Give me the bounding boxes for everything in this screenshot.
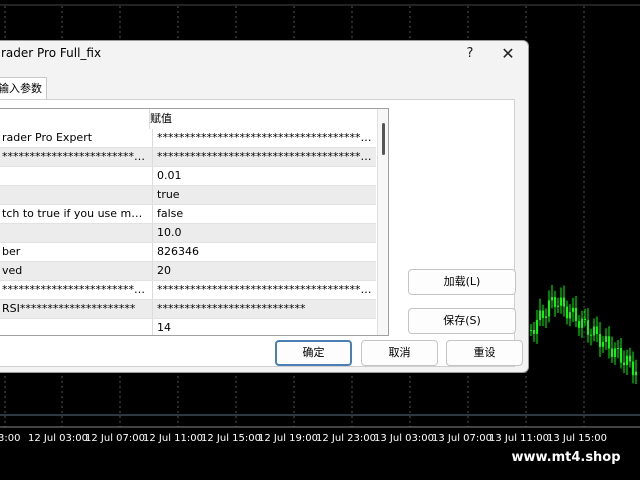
candle-body (569, 312, 571, 319)
table-row[interactable]: rader Pro Expert ***********************… (0, 129, 376, 148)
candle-body (578, 321, 580, 328)
table-row[interactable]: true (0, 186, 376, 205)
candle-body (566, 306, 568, 319)
candle-body (620, 348, 622, 363)
param-name: ber (2, 245, 21, 258)
table-row[interactable]: 10.0 (0, 224, 376, 243)
table-row[interactable]: tch to true if you use mor... false (0, 205, 376, 224)
candle-body (635, 371, 637, 376)
candle-body (560, 297, 562, 306)
param-name: ************************************... (2, 150, 148, 163)
candle-body (533, 330, 535, 334)
param-name: rader Pro Expert (2, 131, 93, 144)
param-name (2, 167, 148, 185)
candle-body (602, 341, 604, 347)
watermark: www.mt4.shop (496, 446, 636, 470)
param-value[interactable]: 20 (152, 262, 374, 280)
candle-body (632, 361, 634, 376)
reset-button[interactable]: 重设 (446, 340, 523, 366)
cancel-button[interactable]: 取消 (361, 340, 438, 366)
close-icon[interactable]: ✕ (497, 44, 519, 64)
table-row[interactable]: 0.01 (0, 167, 376, 186)
expert-properties-dialog: rader Pro Full_fix ? ✕ 输入参数 赋值 rader Pro… (0, 40, 529, 373)
param-name: ved (2, 264, 23, 277)
candle-body (611, 348, 613, 357)
candle-body (551, 297, 553, 301)
candle-body (557, 305, 559, 307)
candle-body (554, 297, 556, 307)
param-value[interactable]: 14 (152, 319, 374, 335)
dialog-title: rader Pro Full_fix (1, 46, 102, 60)
candle-body (572, 307, 574, 313)
candle-body (563, 297, 565, 307)
column-header-value[interactable]: 赋值 (150, 109, 376, 129)
candle-body (599, 334, 601, 347)
param-value[interactable]: false (152, 205, 374, 223)
candle-body (626, 355, 628, 365)
save-button[interactable]: 保存(S) (408, 308, 516, 334)
question-mark-icon[interactable]: ? (459, 44, 481, 64)
param-name (2, 319, 148, 335)
param-value[interactable]: 0.01 (152, 167, 374, 185)
time-axis-label: 12 Jul 07:00 (85, 433, 145, 444)
table-row[interactable]: ved 20 (0, 262, 376, 281)
param-value[interactable]: *************************** (152, 300, 374, 318)
candle-body (548, 300, 550, 317)
candle-body (581, 318, 583, 328)
candle-body (623, 362, 625, 365)
parameters-grid[interactable]: 赋值 rader Pro Expert ********************… (0, 108, 389, 336)
time-axis-label: 12 Jul 23:00 (316, 433, 376, 444)
candle-body (575, 307, 577, 322)
param-name: tch to true if you use mor... (2, 207, 148, 220)
time-axis-label: 12 Jul 11:00 (143, 433, 203, 444)
table-row[interactable]: ************************************... … (0, 281, 376, 300)
time-axis-label: 13 Jul 03:00 (374, 433, 434, 444)
table-row[interactable]: ber 826346 (0, 243, 376, 262)
time-axis-label: 13 Jul 07:00 (432, 433, 492, 444)
param-name: RSI********************* (2, 302, 136, 315)
grid-scrollbar[interactable] (377, 109, 388, 335)
time-axis-label: 12 Jul 03:00 (28, 433, 88, 444)
param-value[interactable]: 10.0 (152, 224, 374, 242)
candle-body (587, 320, 589, 335)
candle-body (530, 330, 532, 331)
candle-body (593, 326, 595, 336)
param-value[interactable]: ****************************************… (152, 129, 374, 147)
time-axis-label: 3:00 (0, 433, 21, 444)
candle-body (542, 310, 544, 318)
tab-input-parameters[interactable]: 输入参数 (0, 77, 47, 100)
table-row[interactable]: RSI********************* ***************… (0, 300, 376, 319)
candle-body (608, 336, 610, 349)
time-axis-label: 13 Jul 11:00 (489, 433, 549, 444)
candle-body (539, 310, 541, 320)
param-value[interactable]: ****************************************… (152, 281, 374, 299)
candle-body (596, 326, 598, 335)
dialog-titlebar[interactable]: rader Pro Full_fix ? ✕ (0, 41, 528, 69)
param-name (2, 224, 148, 242)
candle-body (605, 336, 607, 342)
param-value[interactable]: ****************************************… (152, 148, 374, 166)
table-row[interactable]: ************************************... … (0, 148, 376, 167)
time-axis-label: 12 Jul 15:00 (201, 433, 261, 444)
time-axis-label: 13 Jul 15:00 (547, 433, 607, 444)
param-value[interactable]: true (152, 186, 374, 204)
candle-body (590, 334, 592, 336)
table-row[interactable]: 14 (0, 319, 376, 335)
candle-body (536, 319, 538, 334)
ok-button[interactable]: 确定 (275, 340, 352, 366)
param-name: ************************************... (2, 283, 148, 296)
load-button[interactable]: 加载(L) (408, 269, 516, 295)
param-name (2, 186, 148, 204)
column-header-variable[interactable] (0, 109, 150, 129)
candle-body (617, 348, 619, 350)
scrollbar-thumb[interactable] (382, 123, 385, 155)
candle-body (614, 348, 616, 357)
time-axis-label: 12 Jul 19:00 (258, 433, 318, 444)
param-value[interactable]: 826346 (152, 243, 374, 261)
candle-body (629, 355, 631, 362)
candle-body (584, 318, 586, 321)
candle-body (545, 316, 547, 318)
